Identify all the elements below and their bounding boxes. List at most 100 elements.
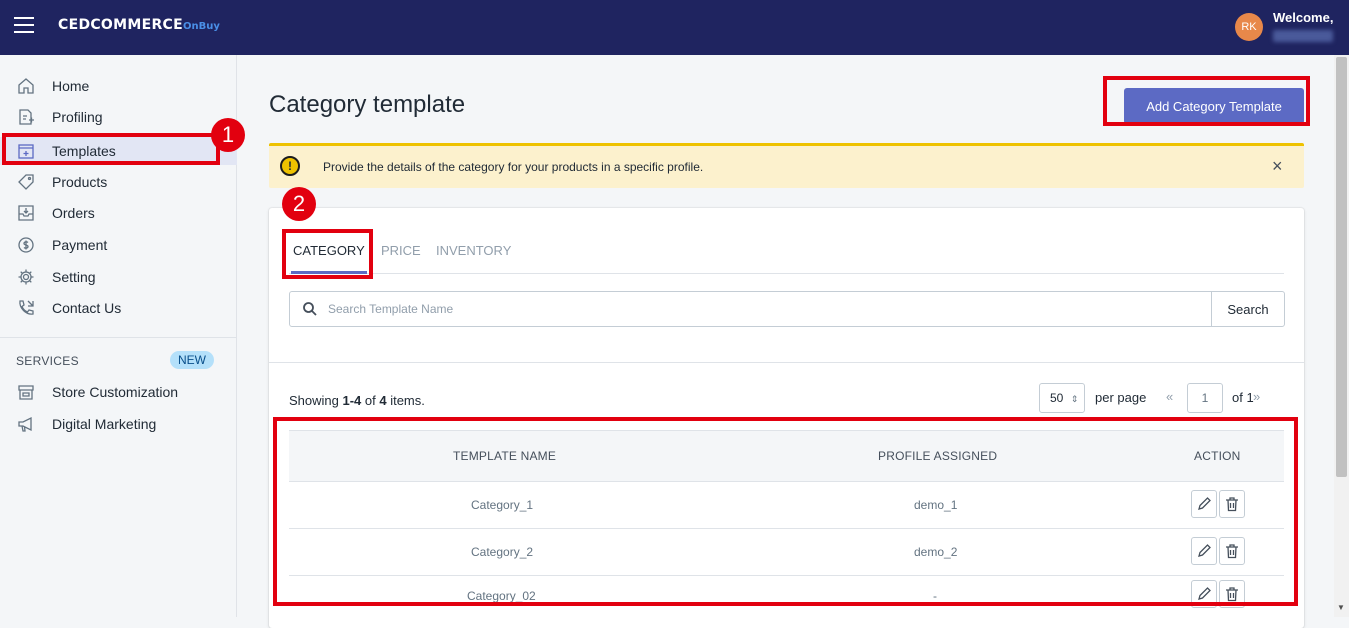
tab-price[interactable]: PRICE [381,243,421,258]
sidebar: Home Profiling Templates Products Orders… [0,55,237,617]
sidebar-item-products[interactable]: Products [0,168,237,196]
delete-button[interactable] [1219,490,1245,518]
search-bar: Search [289,291,1285,327]
sidebar-item-label: Digital Marketing [52,416,157,432]
tab-inventory[interactable]: INVENTORY [436,243,511,258]
template-name-cell: Category_1 [471,498,534,512]
sidebar-item-home[interactable]: Home [0,72,237,100]
profile-cell: demo_2 [914,545,958,559]
page-number-input[interactable]: 1 [1187,383,1223,413]
top-bar: CEDCOMMERCEOnBuy RK Welcome, [0,0,1349,55]
sidebar-item-setting[interactable]: Setting [0,263,237,291]
banner-text: Provide the details of the category for … [323,160,704,174]
prev-page-button[interactable]: « [1166,389,1173,404]
table-row: Category_02 - [289,576,1284,623]
tab-category[interactable]: CATEGORY [293,243,365,258]
brand-logo[interactable]: CEDCOMMERCEOnBuy [58,17,220,33]
sidebar-item-label: Home [52,78,90,94]
brand-sub: OnBuy [182,21,220,32]
sidebar-item-label: Store Customization [52,384,179,400]
orders-icon [18,205,34,221]
sidebar-item-store-customization[interactable]: Store Customization [0,378,237,406]
store-icon [18,385,34,400]
close-icon[interactable]: × [1272,156,1283,177]
services-title: SERVICES [16,354,79,368]
profile-cell: - [933,589,937,603]
sidebar-item-contact-us[interactable]: Contact Us [0,294,237,322]
per-page-select[interactable]: 50 ⇕ [1039,383,1085,413]
dollar-icon [18,237,34,253]
delete-button[interactable] [1219,580,1245,608]
pencil-icon [1198,497,1211,510]
sidebar-item-digital-marketing[interactable]: Digital Marketing [0,410,237,438]
menu-icon[interactable] [14,17,34,35]
search-icon [303,302,317,316]
table-header: TEMPLATE NAME PROFILE ASSIGNED ACTION [289,430,1284,482]
table-row: Category_1 demo_1 [289,482,1284,529]
edit-button[interactable] [1191,580,1217,608]
warning-icon: ! [280,156,300,176]
profiling-icon [19,109,34,125]
sidebar-item-label: Setting [52,269,96,285]
tag-icon [18,174,34,190]
brand-name: CEDCOMMERCE [58,17,183,33]
avatar[interactable]: RK [1235,13,1263,41]
scrollbar-thumb[interactable] [1336,57,1347,477]
sidebar-item-label: Contact Us [52,300,122,316]
home-icon [18,78,34,94]
template-name-cell: Category_02 [467,589,536,603]
column-action: ACTION [1194,449,1241,463]
sidebar-item-label: Orders [52,205,95,221]
active-tab-indicator [291,271,367,274]
page-title: Category template [269,91,466,118]
welcome-text: Welcome, [1273,10,1334,25]
gear-icon [18,269,34,285]
sidebar-divider [0,337,237,338]
per-page-label: per page [1095,390,1147,405]
scroll-down-arrow-icon[interactable]: ▼ [1337,603,1345,612]
sidebar-item-profiling[interactable]: Profiling [0,103,237,131]
marker-1: 1 [211,118,245,152]
sidebar-item-orders[interactable]: Orders [0,199,237,227]
showing-mid: of [361,393,380,408]
megaphone-icon [18,416,32,432]
select-arrows-icon: ⇕ [1070,394,1079,404]
tab-bar: CATEGORY PRICE INVENTORY [289,238,1284,274]
delete-button[interactable] [1219,537,1245,565]
showing-suffix: items. [386,393,425,408]
table-row: Category_2 demo_2 [289,529,1284,576]
info-banner: ! Provide the details of the category fo… [269,143,1304,188]
new-badge: NEW [170,351,214,369]
showing-count: Showing 1-4 of 4 items. [289,393,425,408]
column-template-name: TEMPLATE NAME [453,449,557,463]
sidebar-item-label: Payment [52,237,108,253]
search-button[interactable]: Search [1211,291,1285,327]
sidebar-item-payment[interactable]: Payment [0,231,237,259]
templates-icon [18,144,34,159]
template-name-cell: Category_2 [471,545,534,559]
trash-icon [1226,497,1238,512]
edit-button[interactable] [1191,537,1217,565]
add-category-template-button[interactable]: Add Category Template [1124,88,1304,124]
edit-button[interactable] [1191,490,1217,518]
page-of-label: of 1 [1232,390,1254,405]
sidebar-item-label: Templates [52,143,116,159]
search-input[interactable] [328,298,1188,320]
sidebar-item-label: Profiling [52,109,103,125]
sidebar-item-templates[interactable]: Templates [0,137,237,165]
sidebar-item-label: Products [52,174,108,190]
phone-icon [19,300,34,315]
showing-prefix: Showing [289,393,343,408]
card-divider [269,362,1304,363]
showing-range: 1-4 [342,393,362,408]
profile-cell: demo_1 [914,498,958,512]
pencil-icon [1198,587,1211,600]
username-redacted [1273,30,1333,42]
per-page-value: 50 [1050,391,1064,405]
showing-total: 4 [379,393,387,408]
next-page-button[interactable]: » [1253,389,1260,404]
pencil-icon [1198,544,1211,557]
trash-icon [1226,587,1238,602]
page-scrollbar[interactable]: ▼ [1334,55,1349,617]
marker-2: 2 [282,187,316,221]
